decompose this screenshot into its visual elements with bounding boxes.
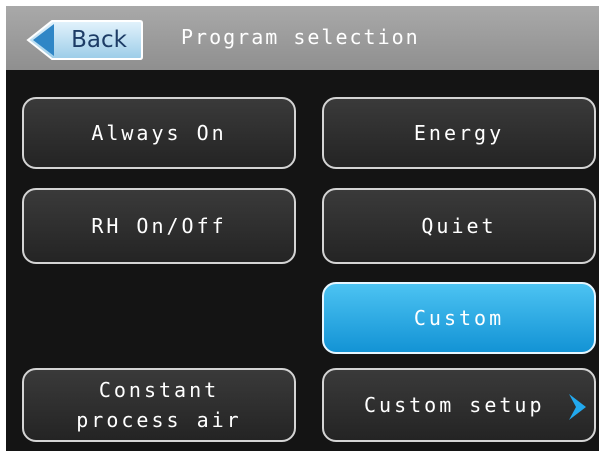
program-custom-label: Custom xyxy=(413,306,505,330)
chevron-right-icon xyxy=(569,394,586,420)
page-title: Program selection xyxy=(181,25,420,49)
program-quiet-button[interactable]: Quiet xyxy=(322,188,596,264)
program-constant-label-line1: Constant xyxy=(98,378,220,402)
program-custom-button[interactable]: Custom xyxy=(322,282,596,354)
program-rh-on-off-button[interactable]: RH On/Off xyxy=(22,188,296,264)
program-constant-label-line2: process air xyxy=(76,408,242,432)
custom-setup-label: Custom setup xyxy=(364,393,545,417)
program-energy-label: Energy xyxy=(413,121,505,145)
program-always-on-button[interactable]: Always On xyxy=(22,97,296,169)
program-selection-screen: Back Program selection Always On Energy … xyxy=(6,6,599,451)
custom-setup-button[interactable]: Custom setup xyxy=(322,368,596,442)
program-always-on-label: Always On xyxy=(91,121,227,145)
header-bar: Back Program selection xyxy=(6,6,599,70)
program-energy-button[interactable]: Energy xyxy=(322,97,596,169)
program-quiet-label: Quiet xyxy=(421,214,497,238)
back-button[interactable]: Back xyxy=(26,18,144,62)
program-constant-process-air-button[interactable]: Constant process air xyxy=(22,368,296,442)
back-label: Back xyxy=(71,27,127,53)
program-rh-on-off-label: RH On/Off xyxy=(91,214,227,238)
